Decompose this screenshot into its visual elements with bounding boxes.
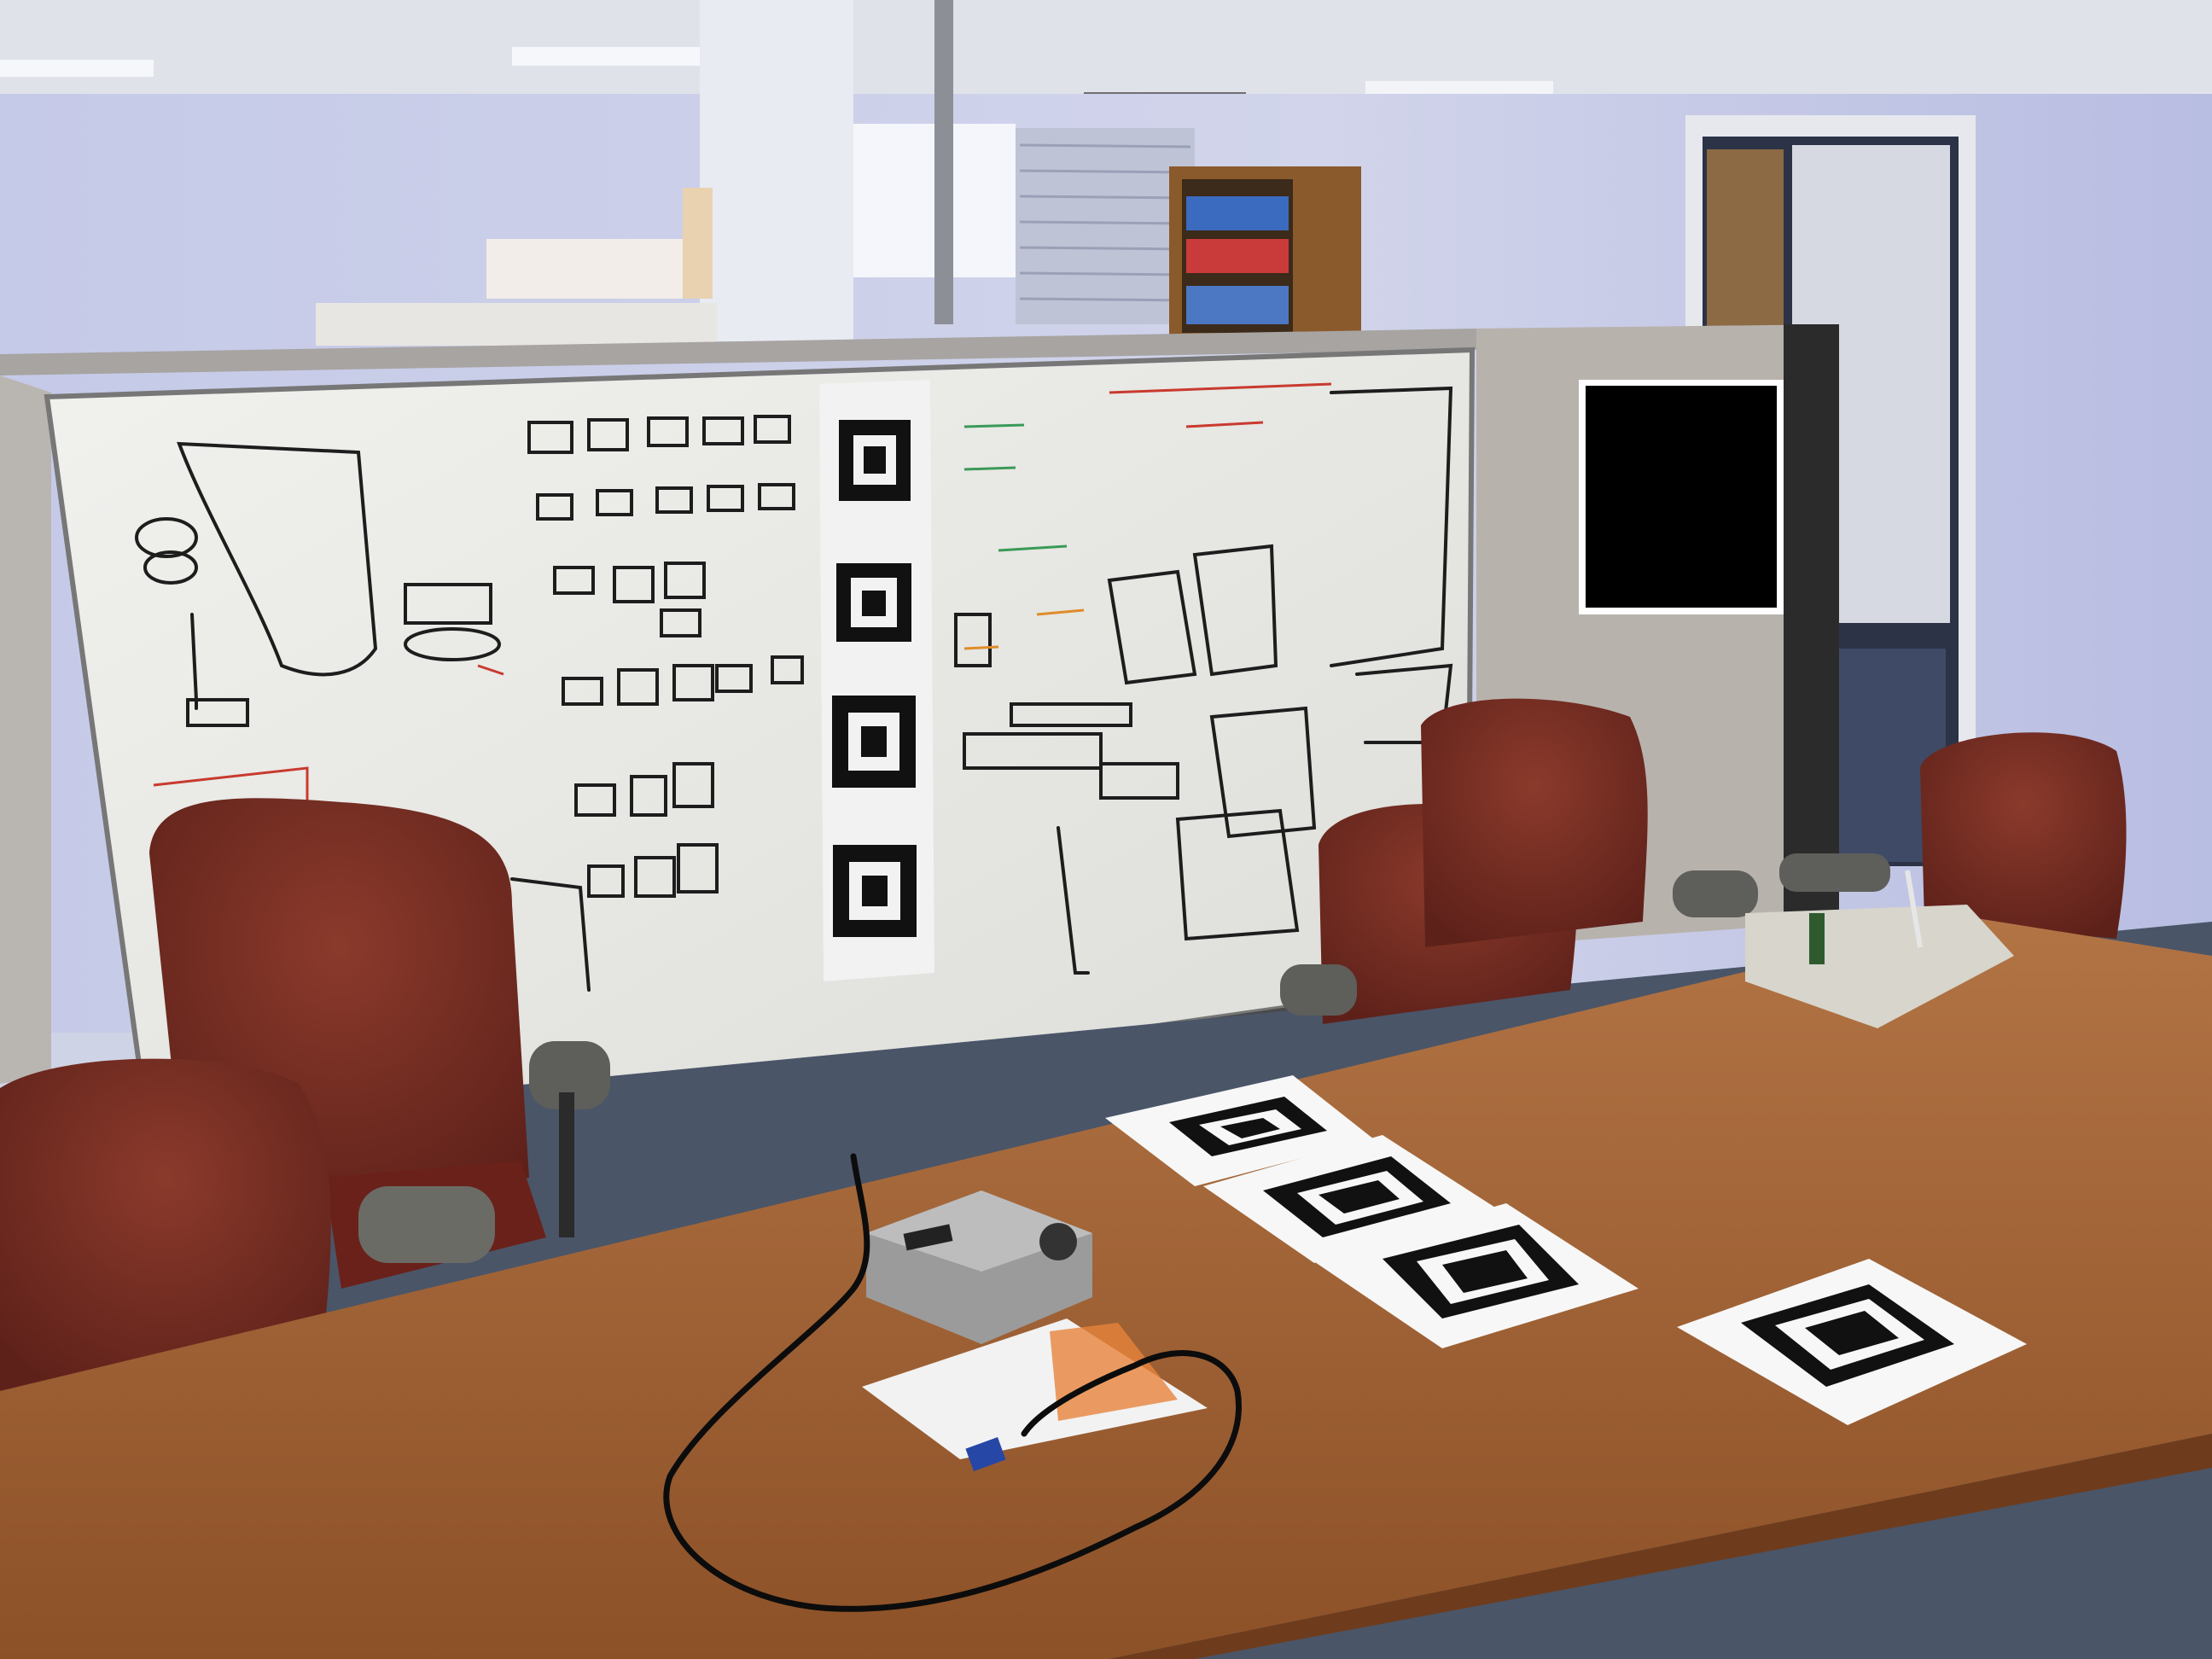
- fiducial-marker: [832, 696, 916, 788]
- fiducial-marker: [839, 420, 911, 501]
- office-photo: [0, 0, 2212, 1659]
- redacted-region: [1579, 380, 1784, 614]
- fiducial-marker: [833, 845, 917, 937]
- photo-scene: [0, 0, 2212, 1659]
- fiducial-marker: [836, 563, 911, 642]
- bookshelf: [1169, 166, 1361, 337]
